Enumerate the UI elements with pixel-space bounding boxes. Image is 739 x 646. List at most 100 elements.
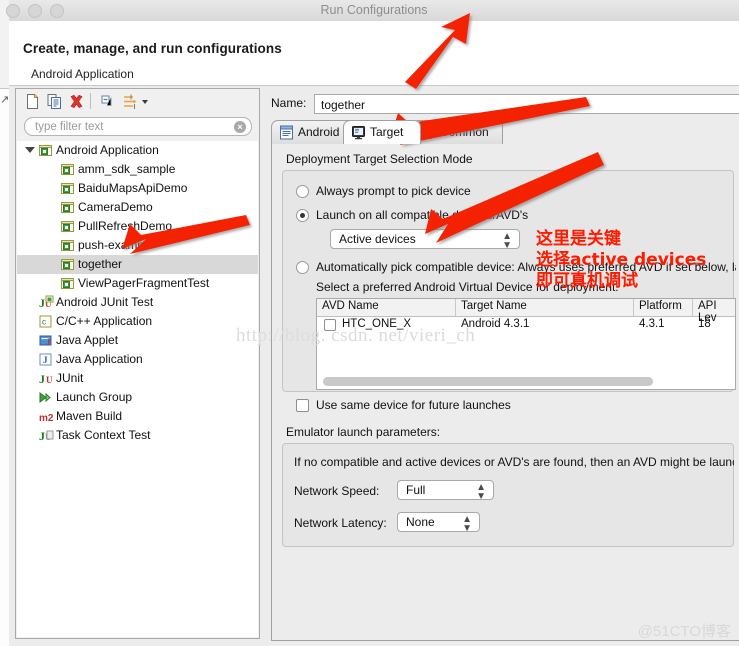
radio-launch-all-compatible-label: Launch on all compatible devices/AVD's [316,208,529,222]
tab-common-label: Common [440,125,489,139]
tree-item-camerademo[interactable]: CameraDemo [17,198,258,217]
tree-item-label: Launch Group [56,390,133,404]
name-value: together [321,98,366,112]
column-separator[interactable] [633,299,634,316]
task-context-test-icon: JU [39,429,54,443]
collapse-all-icon[interactable] [100,93,117,110]
tree-item-task-context-test[interactable]: JUTask Context Test [17,426,258,445]
column-target-name[interactable]: Target Name [461,300,527,312]
svg-text:J: J [43,355,48,365]
launch-group-icon [39,391,52,404]
svg-text:m2: m2 [39,413,54,424]
deployment-group-title: Deployment Target Selection Mode [286,152,473,166]
tree-item-label: JUnit [56,371,84,385]
android-junit-icon: JU [39,295,54,310]
delete-configuration-icon[interactable] [68,93,85,110]
tree-item-android-junit-test[interactable]: J U Android JUnit Test [17,293,258,312]
tree-item-label: Java Application [56,352,143,366]
chevron-down-icon[interactable] [142,100,148,104]
radio-always-prompt[interactable] [296,185,309,198]
tree-item-pullrefreshdemo[interactable]: PullRefreshDemo [17,217,258,236]
svg-text:J: J [46,337,51,347]
tree-item-java-application[interactable]: J Java Application [17,350,258,369]
tree-item-baidumapsapidemo[interactable]: BaiduMapsApiDemo [17,179,258,198]
tree-item-android-application[interactable]: Android Application [17,141,258,160]
network-speed-value: Full [406,483,426,497]
page-subtitle: Android Application [31,67,134,81]
filter-input[interactable]: type filter text × [24,117,252,136]
android-app-icon [61,239,74,252]
radio-auto-pick[interactable] [296,261,309,274]
avd-table-horizontal-scrollbar[interactable] [323,377,653,386]
radio-launch-all-compatible[interactable] [296,209,309,222]
tree-item-maven-build[interactable]: m2 Maven Build [17,407,258,426]
toolbar-separator [90,93,91,109]
editor-tabs[interactable]: Android Target Common [271,120,739,144]
android-app-icon [39,144,52,157]
tree-item-junit[interactable]: J U JUnit [17,369,258,388]
duplicate-configuration-icon[interactable] [46,93,63,110]
annotation-line-3: 即可真机调试 [536,271,638,291]
page-title: Create, manage, and run configurations [23,41,282,56]
column-separator[interactable] [455,299,456,316]
tree-item-label: Java Applet [56,333,119,347]
blog-watermark: http://blog. csdn. net/vieri_ch [236,325,476,346]
network-latency-label: Network Latency: [294,516,387,530]
tree-item-label: C/C++ Application [56,314,153,328]
tree-item-viewpagerfragmenttest[interactable]: ViewPagerFragmentTest [17,274,258,293]
expand-triangle-icon[interactable] [25,147,35,153]
tree-item-label: ViewPagerFragmentTest [78,276,210,290]
svg-text:J: J [39,372,45,386]
android-app-icon [61,182,74,195]
avd-table-header: AVD Name Target Name Platform API Lev [317,299,735,324]
clear-filter-icon[interactable]: × [234,121,246,133]
use-same-device-checkbox[interactable] [296,399,309,412]
emulator-note: If no compatible and active devices or A… [294,455,734,469]
column-platform[interactable]: Platform [639,300,682,312]
name-input[interactable]: together [314,94,739,114]
stepper-arrows-icon: ▲ ▼ [476,482,486,502]
site-watermark: @51CTO博客 [637,623,731,640]
tree-item-label: Android Application [56,143,159,157]
dialog-titlebar: Run Configurations [6,0,739,22]
tree-item-together[interactable]: together [17,255,258,274]
device-scope-select[interactable]: Active devices ▲ ▼ [330,229,520,251]
tree-item-label: BaiduMapsApiDemo [78,181,188,195]
configurations-toolbar [16,89,259,115]
tree-item-c-c-application[interactable]: c C/C++ Application [17,312,258,331]
svg-text:c: c [42,318,46,327]
tree-item-label: Android JUnit Test [56,295,154,309]
configuration-editor: Name: together Android Target Common Dep… [267,88,739,641]
network-latency-select[interactable]: None ▲ ▼ [397,512,480,534]
tree-item-label: Maven Build [56,409,123,423]
new-configuration-icon[interactable] [24,93,41,110]
stepper-arrows-icon: ▲ ▼ [502,231,512,251]
android-app-icon [61,201,74,214]
android-app-icon [61,220,74,233]
run-configurations-dialog: Run Configurations Create, manage, and r… [6,0,739,646]
filter-icon[interactable] [122,93,139,110]
tree-item-label: amm_sdk_sample [78,162,176,176]
column-separator[interactable] [692,299,693,316]
tree-item-amm-sdk-sample[interactable]: amm_sdk_sample [17,160,258,179]
tab-common[interactable]: Common [411,120,503,144]
target-tab-content: Deployment Target Selection Mode Always … [271,144,739,641]
cell-api-level: 18 [698,318,711,330]
network-latency-value: None [406,515,435,529]
tab-target[interactable]: Target [343,120,421,144]
junit-icon: JU [39,372,53,386]
column-avd-name[interactable]: AVD Name [322,300,379,312]
tree-item-push-example[interactable]: push-example [17,236,258,255]
tree-item-launch-group[interactable]: Launch Group [17,388,258,407]
stepper-arrows-icon: ▲ ▼ [462,514,472,534]
background-cursor-icon: ↗ [0,94,10,106]
network-speed-select[interactable]: Full ▲ ▼ [397,480,494,502]
maven-build-icon: m2 [39,410,54,424]
screenshot-root: ↗ Run Configurations Create, manage, and… [0,0,739,646]
c-application-icon: c [39,315,52,328]
tree-item-label: together [78,257,123,271]
configurations-tree[interactable]: Android Application amm_sdk_sample BaiduMa… [17,141,258,637]
tree-item-java-applet[interactable]: J Java Applet [17,331,258,350]
svg-text:U: U [46,375,53,385]
tree-item-label: CameraDemo [78,200,153,214]
